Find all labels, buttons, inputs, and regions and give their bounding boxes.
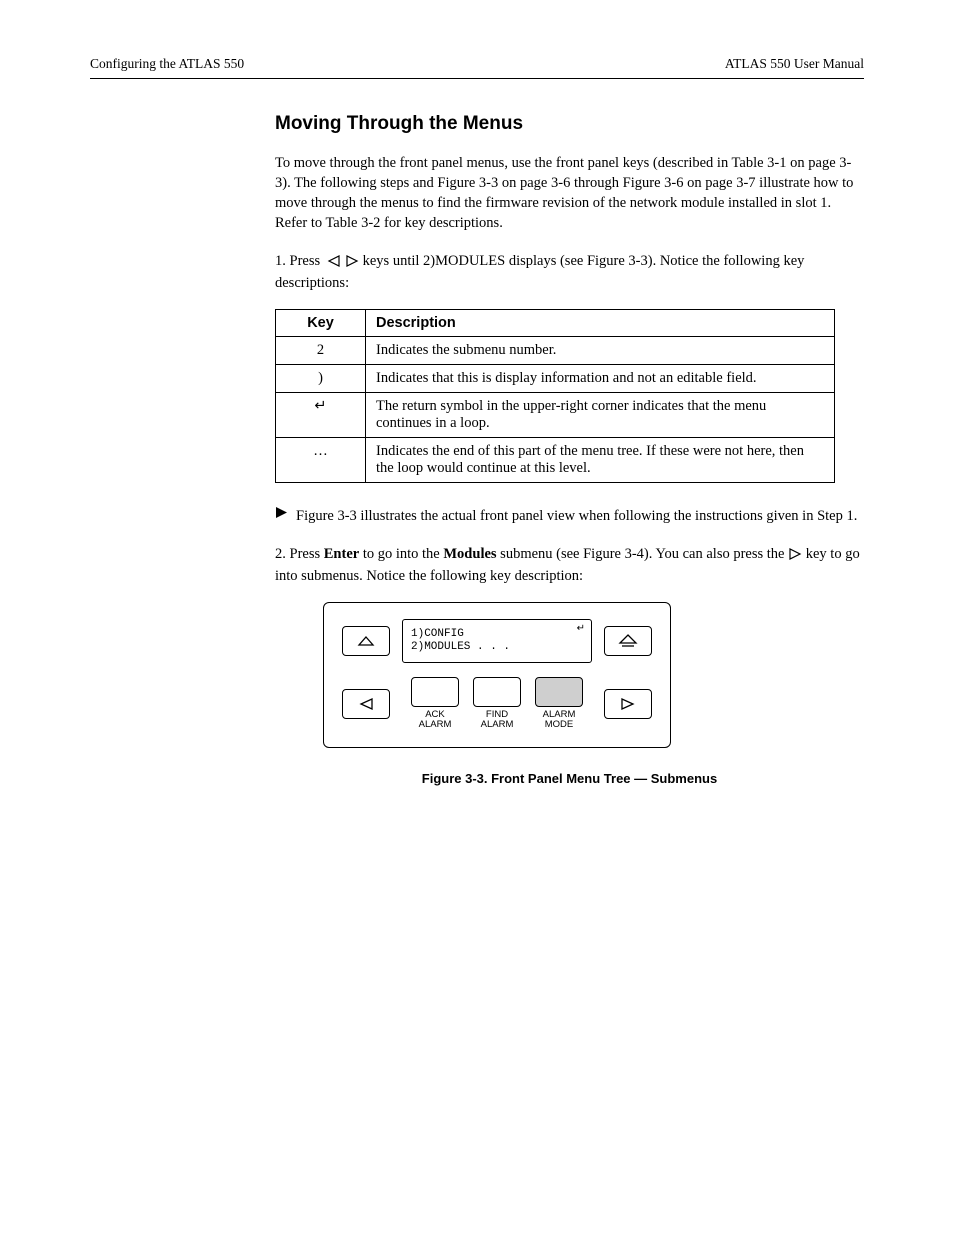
cell-key: 2 — [276, 337, 366, 365]
table-row: 2 Indicates the submenu number. — [276, 337, 835, 365]
header-left: Configuring the ATLAS 550 — [90, 56, 244, 72]
lcd-line2: 2)MODULES . . . — [411, 641, 583, 654]
step2-enter: Enter — [324, 546, 359, 562]
cell-key: … — [276, 438, 366, 483]
key-description-table: Key Description 2 Indicates the submenu … — [275, 309, 835, 483]
lcd-display: ↵ 1)CONFIG 2)MODULES . . . — [402, 619, 592, 663]
cell-desc: Indicates that this is display informati… — [366, 365, 835, 393]
table-row: ↵ The return symbol in the upper-right c… — [276, 393, 835, 438]
table-row: … Indicates the end of this part of the … — [276, 438, 835, 483]
softkey-1-label: ACKALARM — [411, 710, 459, 731]
header-right: ATLAS 550 User Manual — [725, 56, 864, 72]
tip-paragraph: Figure 3-3 illustrates the actual front … — [275, 505, 864, 526]
softkey-2[interactable] — [473, 677, 521, 707]
table-header-desc: Description — [366, 310, 835, 337]
table-row: ) Indicates that this is display informa… — [276, 365, 835, 393]
intro-paragraph: To move through the front panel menus, u… — [275, 153, 864, 233]
step2-lead: 2. Press — [275, 546, 324, 562]
page-title: Moving Through the Menus — [275, 113, 864, 135]
step-1: 1. Press keys until 2)MODULES displays (… — [275, 251, 864, 293]
play-bullet-icon — [275, 505, 288, 525]
cell-key: ↵ — [276, 393, 366, 438]
left-arrow-icon — [327, 253, 341, 273]
cell-desc: Indicates the submenu number. — [366, 337, 835, 365]
cell-desc: Indicates the end of this part of the me… — [366, 438, 835, 483]
right-arrow-button[interactable] — [604, 689, 652, 719]
cell-key: ) — [276, 365, 366, 393]
softkey-2-label: FINDALARM — [473, 710, 521, 731]
softkey-1[interactable] — [411, 677, 459, 707]
lcd-line1: 1)CONFIG — [411, 628, 583, 641]
header-rule — [90, 78, 864, 79]
right-arrow-icon — [345, 253, 359, 273]
right-arrow-icon — [788, 546, 802, 566]
tip-text: Figure 3-3 illustrates the actual front … — [296, 508, 857, 524]
step2-a: to go into the — [359, 546, 443, 562]
up-arrow-button[interactable] — [342, 626, 390, 656]
table-header-key: Key — [276, 310, 366, 337]
figure-caption: Figure 3-3. Front Panel Menu Tree — Subm… — [275, 770, 864, 788]
return-icon: ↵ — [577, 623, 585, 634]
home-button[interactable] — [604, 626, 652, 656]
step-2: 2. Press Enter to go into the Modules su… — [275, 544, 864, 586]
left-arrow-button[interactable] — [342, 689, 390, 719]
step2-b: submenu (see Figure 3-4). You can also p… — [497, 546, 789, 562]
softkey-3-label: ALARMMODE — [535, 710, 583, 731]
step2-modules: Modules — [443, 546, 496, 562]
softkey-3[interactable] — [535, 677, 583, 707]
front-panel-diagram: ↵ 1)CONFIG 2)MODULES . . . — [323, 602, 671, 748]
cell-desc: The return symbol in the upper-right cor… — [366, 393, 835, 438]
step1-lead: 1. Press — [275, 253, 320, 269]
